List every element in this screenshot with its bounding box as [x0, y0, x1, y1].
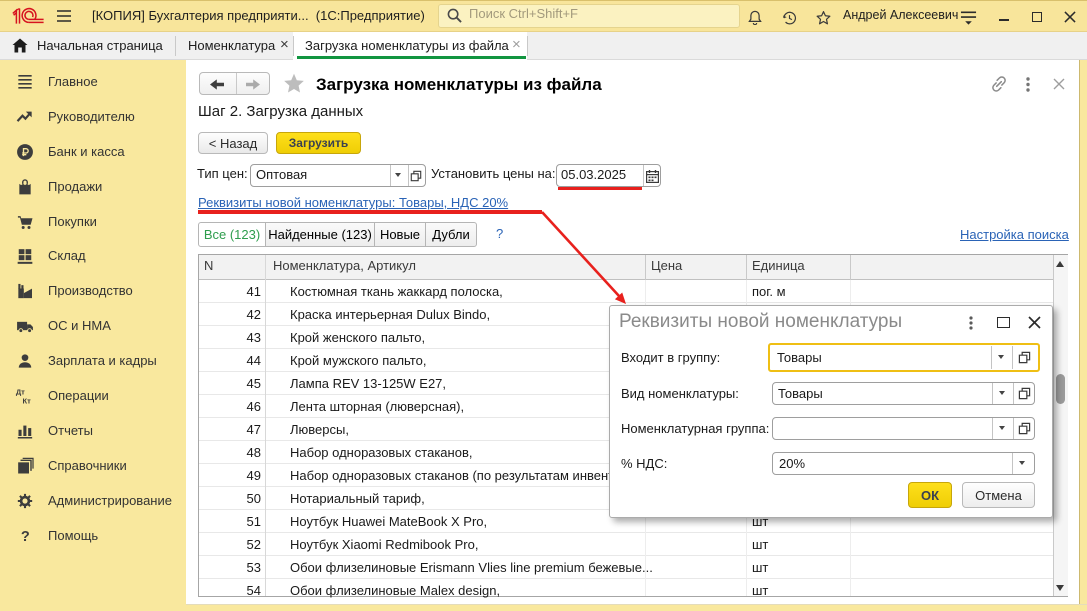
svg-text:Кт: Кт [23, 397, 32, 406]
svg-text:?: ? [21, 529, 30, 545]
svg-text:Дт: Дт [16, 387, 25, 396]
